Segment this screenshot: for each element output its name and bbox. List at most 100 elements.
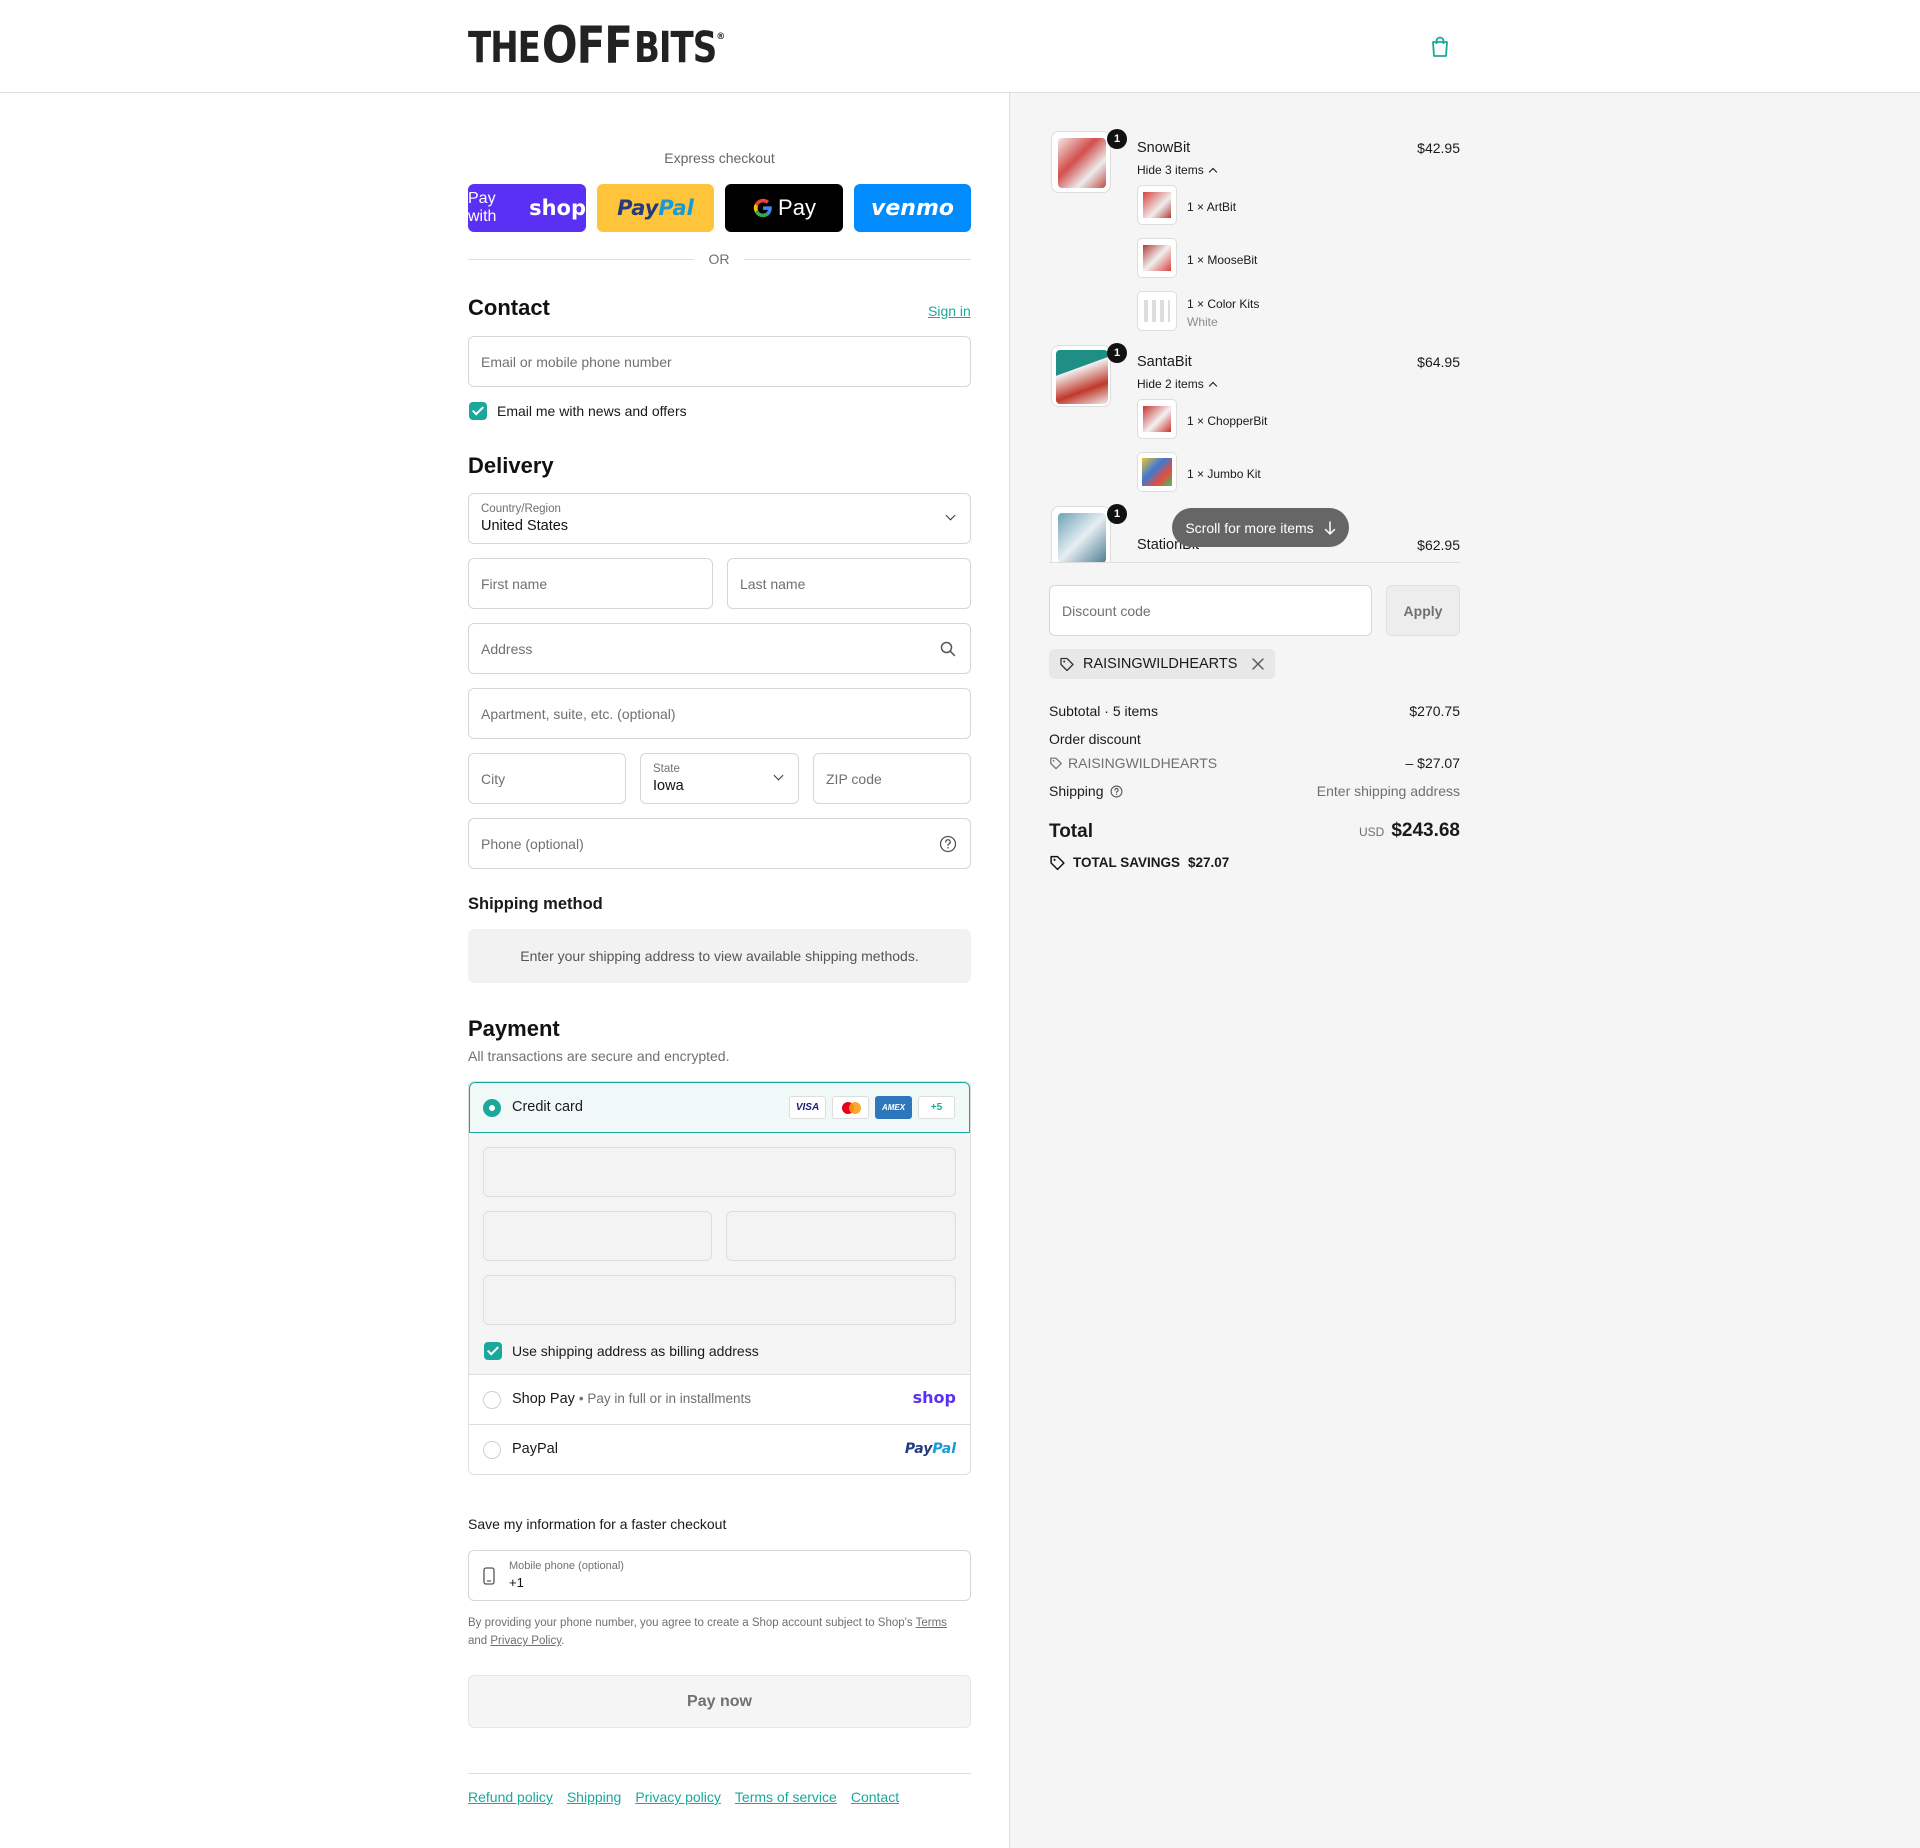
credit-card-radio[interactable]	[483, 1099, 501, 1117]
first-name-field[interactable]: First name	[468, 558, 713, 609]
google-pay-express-button[interactable]: Pay	[725, 184, 843, 232]
address-field[interactable]: Address	[468, 623, 971, 674]
shop-privacy-link[interactable]: Privacy Policy	[490, 1635, 561, 1647]
city-field[interactable]: City	[468, 753, 626, 804]
news-checkbox[interactable]	[469, 402, 487, 420]
more-cards-badge: +5	[918, 1096, 955, 1119]
amex-card-icon: AMEX	[875, 1096, 912, 1119]
discount-code-field[interactable]: Discount code	[1049, 585, 1372, 636]
apply-discount-button[interactable]: Apply	[1386, 585, 1460, 636]
state-value: Iowa	[653, 778, 684, 794]
city-placeholder: City	[481, 770, 506, 787]
pay-now-button[interactable]: Pay now	[468, 1675, 971, 1728]
card-expiry-field[interactable]	[483, 1211, 712, 1261]
paypal-radio[interactable]	[483, 1441, 501, 1459]
cart-items-list[interactable]: 1 SnowBit $42.95 Hide 3 items 1 × ArtBit…	[1049, 129, 1460, 563]
shop-pay-label: Shop Pay	[512, 1391, 575, 1407]
total-currency: USD	[1358, 825, 1385, 839]
logo-text-off: OFF	[541, 15, 633, 75]
help-circle-icon[interactable]	[1110, 785, 1123, 798]
close-icon[interactable]	[1251, 657, 1265, 671]
mobile-phone-icon	[483, 1567, 495, 1585]
arrow-down-icon	[1324, 520, 1335, 535]
subitem-line: 1 × MooseBit	[1187, 253, 1257, 267]
scroll-for-more-button[interactable]: Scroll for more items	[1172, 508, 1349, 547]
item-price: $64.95	[1417, 354, 1460, 370]
shipping-row-label: Shipping	[1049, 783, 1123, 799]
santabit-image	[1056, 350, 1108, 404]
mastercard-icon	[832, 1096, 869, 1119]
order-summary-panel: 1 SnowBit $42.95 Hide 3 items 1 × ArtBit…	[1009, 93, 1920, 1848]
header: THE OFF BITS ®	[0, 0, 1920, 93]
billing-address-checkbox[interactable]	[484, 1342, 502, 1360]
subitem-name: MooseBit	[1207, 253, 1258, 267]
shop-pay-express-button[interactable]: Pay with shop	[468, 184, 586, 232]
email-field[interactable]: Email or mobile phone number	[468, 336, 971, 387]
applied-discount-tag: RAISINGWILDHEARTS	[1049, 649, 1276, 679]
phone-placeholder: Phone (optional)	[481, 835, 584, 852]
apply-label: Apply	[1403, 602, 1443, 619]
jumbo-kit-image	[1142, 458, 1172, 486]
logo-text-bits: BITS	[633, 23, 717, 74]
hide-items-toggle[interactable]: Hide 2 items	[1137, 377, 1217, 391]
card-cvv-field[interactable]	[726, 1211, 956, 1261]
subitem-thumbnail	[1137, 452, 1177, 492]
first-name-placeholder: First name	[481, 575, 548, 592]
state-select[interactable]: State Iowa	[640, 753, 799, 804]
terms-of-service-link[interactable]: Terms of service	[735, 1789, 837, 1805]
snowbit-image	[1058, 138, 1106, 188]
mobile-phone-field[interactable]: Mobile phone (optional) +1	[468, 1550, 971, 1601]
contact-heading: Contact	[468, 295, 550, 320]
order-discount-code: RAISINGWILDHEARTS	[1049, 755, 1217, 771]
save-info-heading: Save my information for a faster checkou…	[468, 1516, 727, 1532]
last-name-placeholder: Last name	[740, 575, 806, 592]
shop-pay-brand: shop	[529, 196, 586, 220]
paypal-logo-pal: Pal	[932, 1441, 956, 1457]
card-name-field[interactable]	[483, 1275, 956, 1325]
or-divider-right	[744, 259, 971, 260]
subitem-thumbnail	[1137, 399, 1177, 439]
hide-items-label: Hide 3 items	[1137, 163, 1204, 177]
shop-pay-radio[interactable]	[483, 1391, 501, 1409]
sign-in-link[interactable]: Sign in	[928, 303, 971, 319]
apartment-field[interactable]: Apartment, suite, etc. (optional)	[468, 688, 971, 739]
refund-policy-link[interactable]: Refund policy	[468, 1789, 553, 1805]
google-pay-label: Pay	[778, 195, 816, 220]
card-number-field[interactable]	[483, 1147, 956, 1197]
paypal-option-label: PayPal	[512, 1441, 558, 1457]
credit-card-label: Credit card	[512, 1099, 583, 1115]
shopping-bag-icon[interactable]	[1430, 36, 1450, 58]
news-checkbox-label: Email me with news and offers	[497, 403, 687, 419]
total-amount: USD $243.68	[1359, 820, 1460, 842]
artbit-image	[1143, 192, 1171, 218]
tag-icon	[1050, 757, 1062, 770]
product-thumbnail	[1051, 345, 1111, 407]
country-select[interactable]: Country/Region United States	[468, 493, 971, 544]
subitem-line: 1 × Color Kits	[1187, 297, 1259, 311]
subitem-qty: 1 ×	[1187, 200, 1205, 214]
paypal-express-button[interactable]: Pay Pal	[597, 184, 714, 232]
venmo-express-button[interactable]: venmo	[854, 184, 971, 232]
shop-terms-link[interactable]: Terms	[916, 1617, 947, 1629]
hide-items-toggle[interactable]: Hide 3 items	[1137, 163, 1217, 177]
last-name-field[interactable]: Last name	[727, 558, 971, 609]
stationbit-image	[1058, 513, 1106, 562]
brand-logo[interactable]: THE OFF BITS ®	[468, 15, 725, 75]
subitem-name: Jumbo Kit	[1207, 467, 1261, 481]
shop-pay-prefix: Pay with	[468, 190, 497, 225]
zip-field[interactable]: ZIP code	[813, 753, 971, 804]
quantity-badge: 1	[1107, 343, 1127, 363]
pay-now-label: Pay now	[687, 1692, 752, 1710]
paypal-option[interactable]: PayPal PayPal	[469, 1425, 970, 1474]
shipping-value: Enter shipping address	[1316, 783, 1460, 799]
phone-field[interactable]: Phone (optional)	[468, 818, 971, 869]
privacy-policy-link[interactable]: Privacy policy	[635, 1789, 721, 1805]
hide-items-label: Hide 2 items	[1137, 377, 1204, 391]
billing-address-label: Use shipping address as billing address	[512, 1343, 759, 1359]
help-circle-icon[interactable]	[939, 835, 957, 853]
subitem-qty: 1 ×	[1187, 253, 1205, 267]
contact-link[interactable]: Contact	[851, 1789, 899, 1805]
zip-placeholder: ZIP code	[826, 770, 882, 787]
shipping-policy-link[interactable]: Shipping	[567, 1789, 622, 1805]
shop-pay-option[interactable]: Shop Pay • Pay in full or in installment…	[469, 1375, 970, 1425]
